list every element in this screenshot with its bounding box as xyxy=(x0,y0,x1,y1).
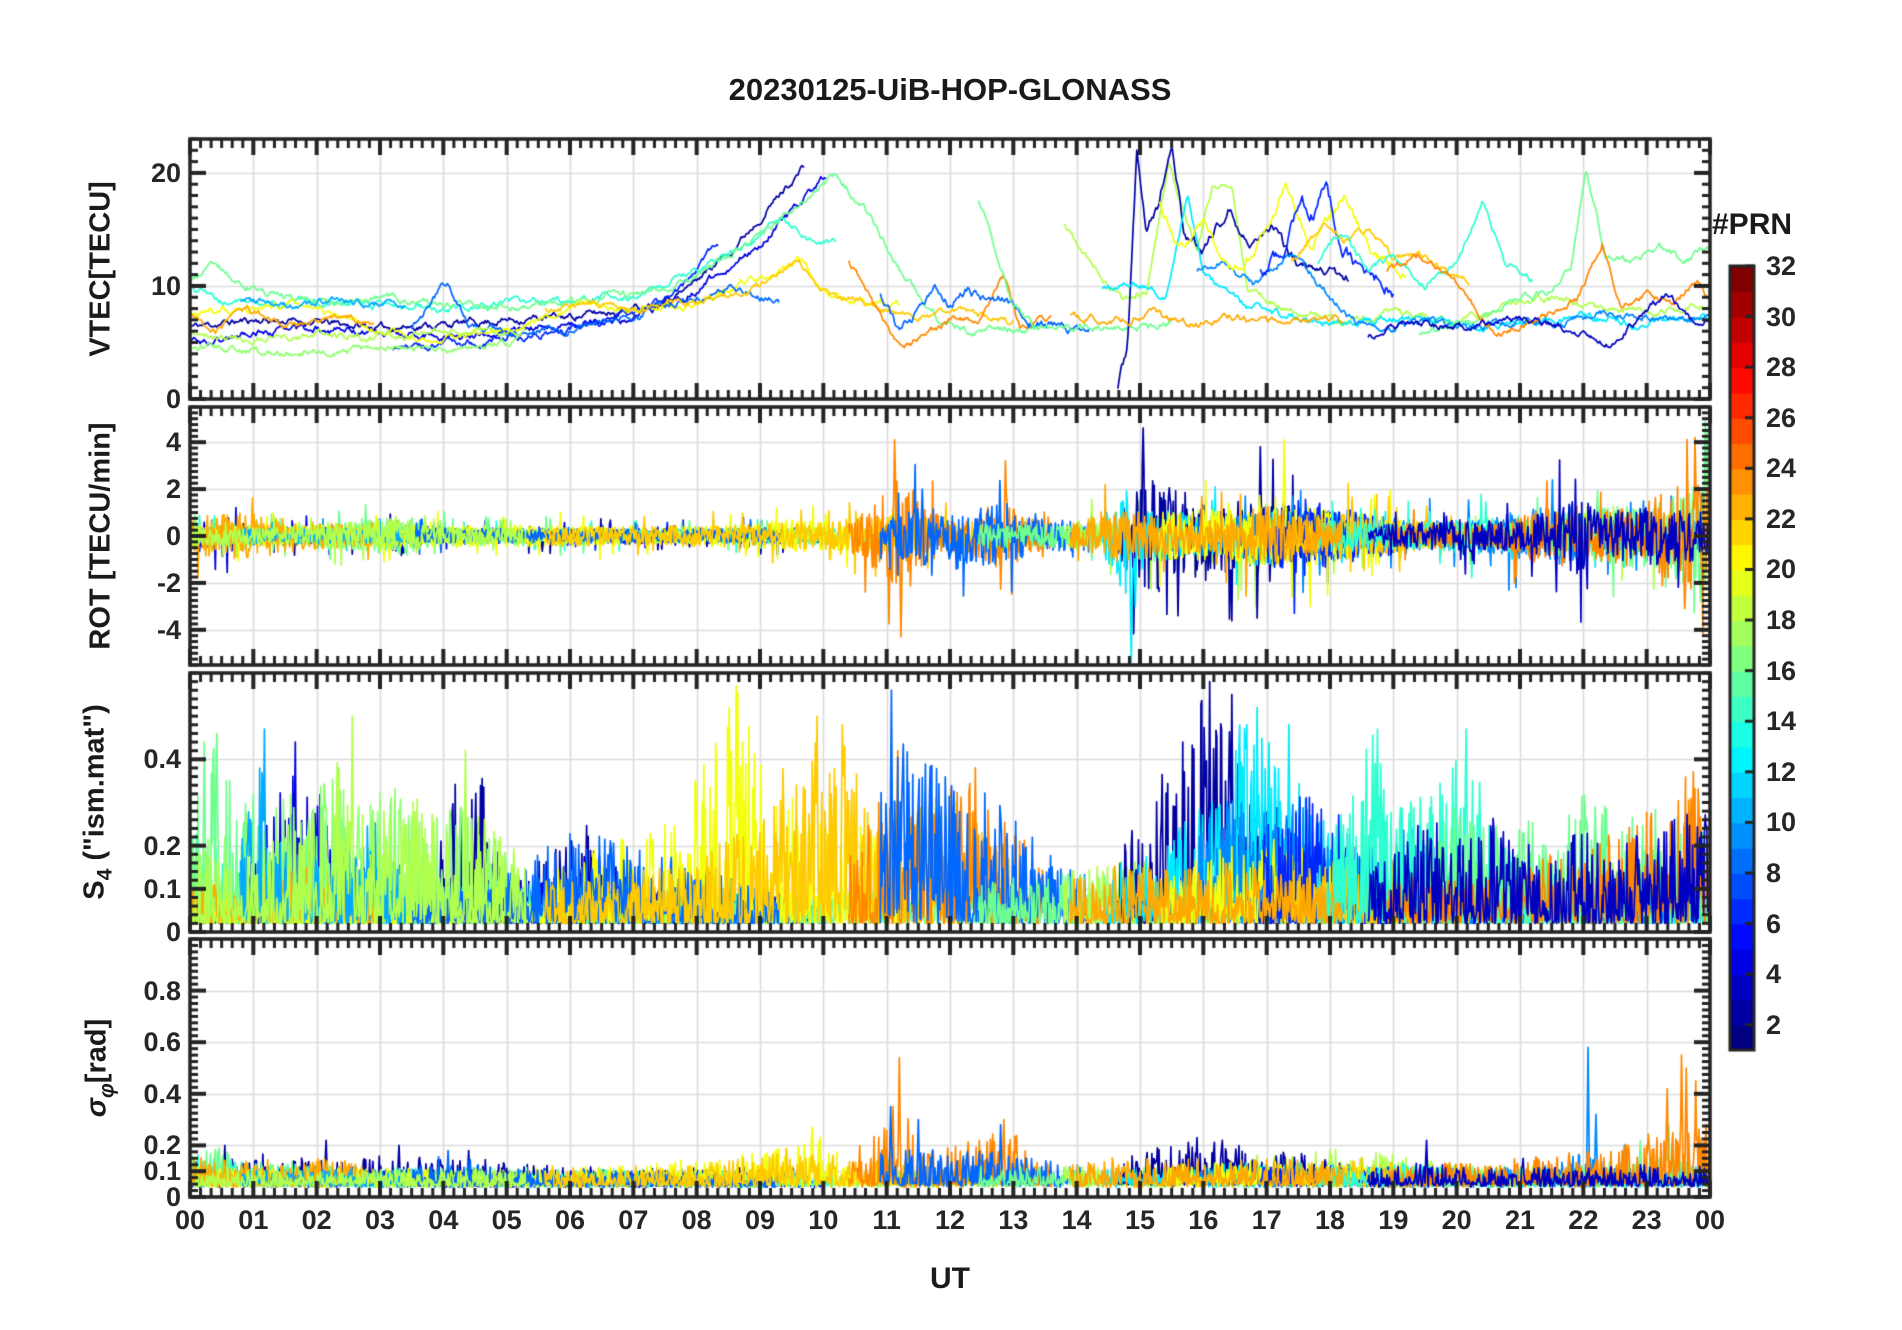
y-tick-label: 0.2 xyxy=(143,830,181,861)
colorbar-title: #PRN xyxy=(1712,208,1793,241)
colorbar-tick-label: 24 xyxy=(1766,453,1797,484)
y-tick-label: 20 xyxy=(150,157,181,188)
colorbar-tick-label: 6 xyxy=(1766,908,1782,939)
colorbar-tick-label: 8 xyxy=(1766,857,1782,888)
y-tick-label: 4 xyxy=(165,427,181,458)
colorbar-tick-label: 30 xyxy=(1766,301,1797,332)
y-tick-label: -4 xyxy=(156,614,181,645)
colorbar-tick-label: 10 xyxy=(1766,807,1797,838)
colorbar-tick-label: 26 xyxy=(1766,402,1797,433)
colorbar-tick-label: 22 xyxy=(1766,503,1797,534)
colorbar-tick-label: 12 xyxy=(1766,756,1797,787)
y-tick-label: 0.4 xyxy=(143,1078,181,1109)
colorbar-tick-label: 2 xyxy=(1766,1009,1782,1040)
y-tick-label: 0 xyxy=(165,521,181,551)
y-tick-label: 0 xyxy=(165,384,181,414)
plot-canvas xyxy=(0,0,1902,1330)
colorbar-tick-label: 20 xyxy=(1766,554,1797,585)
y-tick-label: 2 xyxy=(165,474,181,505)
colorbar-tick-label: 14 xyxy=(1766,706,1797,737)
y-tick-label: 0.4 xyxy=(143,744,181,775)
y-tick-label: 10 xyxy=(150,270,181,301)
x-tick-label: 00 xyxy=(1694,1205,1726,1235)
x-axis-title: UT xyxy=(930,1262,970,1295)
y-tick-label: 0.2 xyxy=(143,1130,181,1161)
colorbar-tick-label: 32 xyxy=(1766,251,1797,281)
y-tick-label: 0 xyxy=(165,917,181,947)
y-axis-title-s4: S4 ("ism.mat") xyxy=(78,704,117,900)
chart-title: 20230125-UiB-HOP-GLONASS xyxy=(728,72,1172,107)
colorbar-tick-label: 28 xyxy=(1766,352,1797,383)
y-tick-label: 0.1 xyxy=(143,873,181,904)
colorbar-tick-label: 18 xyxy=(1766,605,1797,636)
y-tick-label: -2 xyxy=(156,567,181,598)
colorbar-tick-label: 4 xyxy=(1766,959,1782,990)
colorbar-tick-label: 16 xyxy=(1766,655,1797,686)
y-tick-label: 0.6 xyxy=(143,1027,181,1058)
y-tick-label: 0.8 xyxy=(143,975,181,1006)
figure-root: 20230125-UiB-HOP-GLONASS VTEC[TECU] ROT … xyxy=(0,0,1902,1330)
